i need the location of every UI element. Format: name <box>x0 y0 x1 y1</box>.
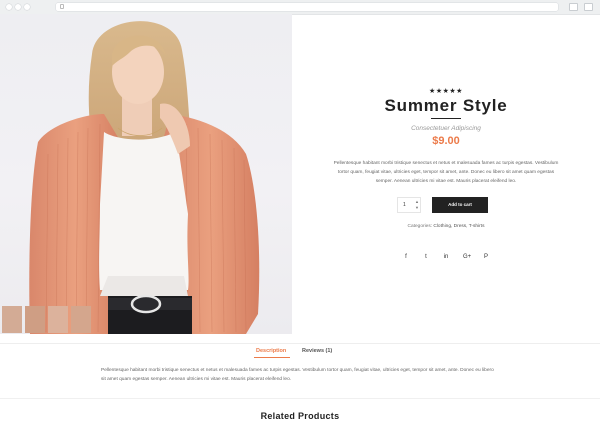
thumbnail-strip <box>0 306 292 334</box>
pinterest-icon[interactable]: P <box>483 254 489 260</box>
add-to-cart-button[interactable]: Add to cart <box>432 197 488 213</box>
window-maximize-dot[interactable] <box>24 4 30 10</box>
thumbnail-1[interactable] <box>2 306 22 333</box>
thumbnail-4[interactable] <box>71 306 91 333</box>
active-tab-indicator <box>254 357 290 358</box>
product-details: ★★★★★ Summer Style Consectetuer Adipisci… <box>292 14 600 334</box>
browser-menu-icon[interactable] <box>584 3 593 11</box>
product-categories: Categories: Clothing, Dress, T-shirts <box>292 224 600 229</box>
tab-description-content: Pellentesque habitant morbi tristique se… <box>101 368 494 382</box>
twitter-icon[interactable]: t <box>423 254 429 260</box>
product-main-image[interactable] <box>0 14 292 334</box>
browser-toolbar <box>0 0 600 15</box>
google-plus-icon[interactable]: G+ <box>463 254 471 260</box>
window-minimize-dot[interactable] <box>15 4 21 10</box>
rating-stars: ★★★★★ <box>429 88 463 95</box>
address-bar[interactable] <box>56 3 558 11</box>
tab-view-icon[interactable] <box>569 3 578 11</box>
categories-label: Categories: <box>407 224 433 229</box>
quantity-value[interactable]: 1 <box>403 202 406 208</box>
product-short-description: Pellentesque habitant morbi tristique se… <box>333 161 559 184</box>
categories-value[interactable]: Clothing, Dress, T-shirts <box>433 224 484 229</box>
facebook-icon[interactable]: f <box>403 254 409 260</box>
quantity-stepper[interactable]: 1 ▲ ▼ <box>397 197 421 213</box>
tab-description[interactable]: Description <box>256 348 286 354</box>
tabs-divider <box>0 343 600 344</box>
product-price: $9.00 <box>432 135 460 147</box>
section-divider <box>0 398 600 399</box>
product-title: Summer Style <box>384 96 508 115</box>
related-products-heading: Related Products <box>260 411 340 421</box>
thumbnail-3[interactable] <box>48 306 68 333</box>
thumbnail-2[interactable] <box>25 306 45 333</box>
lock-icon <box>60 4 64 9</box>
window-close-dot[interactable] <box>6 4 12 10</box>
product-subtitle: Consectetuer Adipiscing <box>411 125 481 132</box>
quantity-decrease-icon[interactable]: ▼ <box>414 205 420 211</box>
linkedin-icon[interactable]: in <box>443 254 449 260</box>
social-share: f t in G+ P <box>292 254 600 260</box>
title-divider <box>431 118 461 119</box>
tab-reviews[interactable]: Reviews (1) <box>302 348 332 354</box>
